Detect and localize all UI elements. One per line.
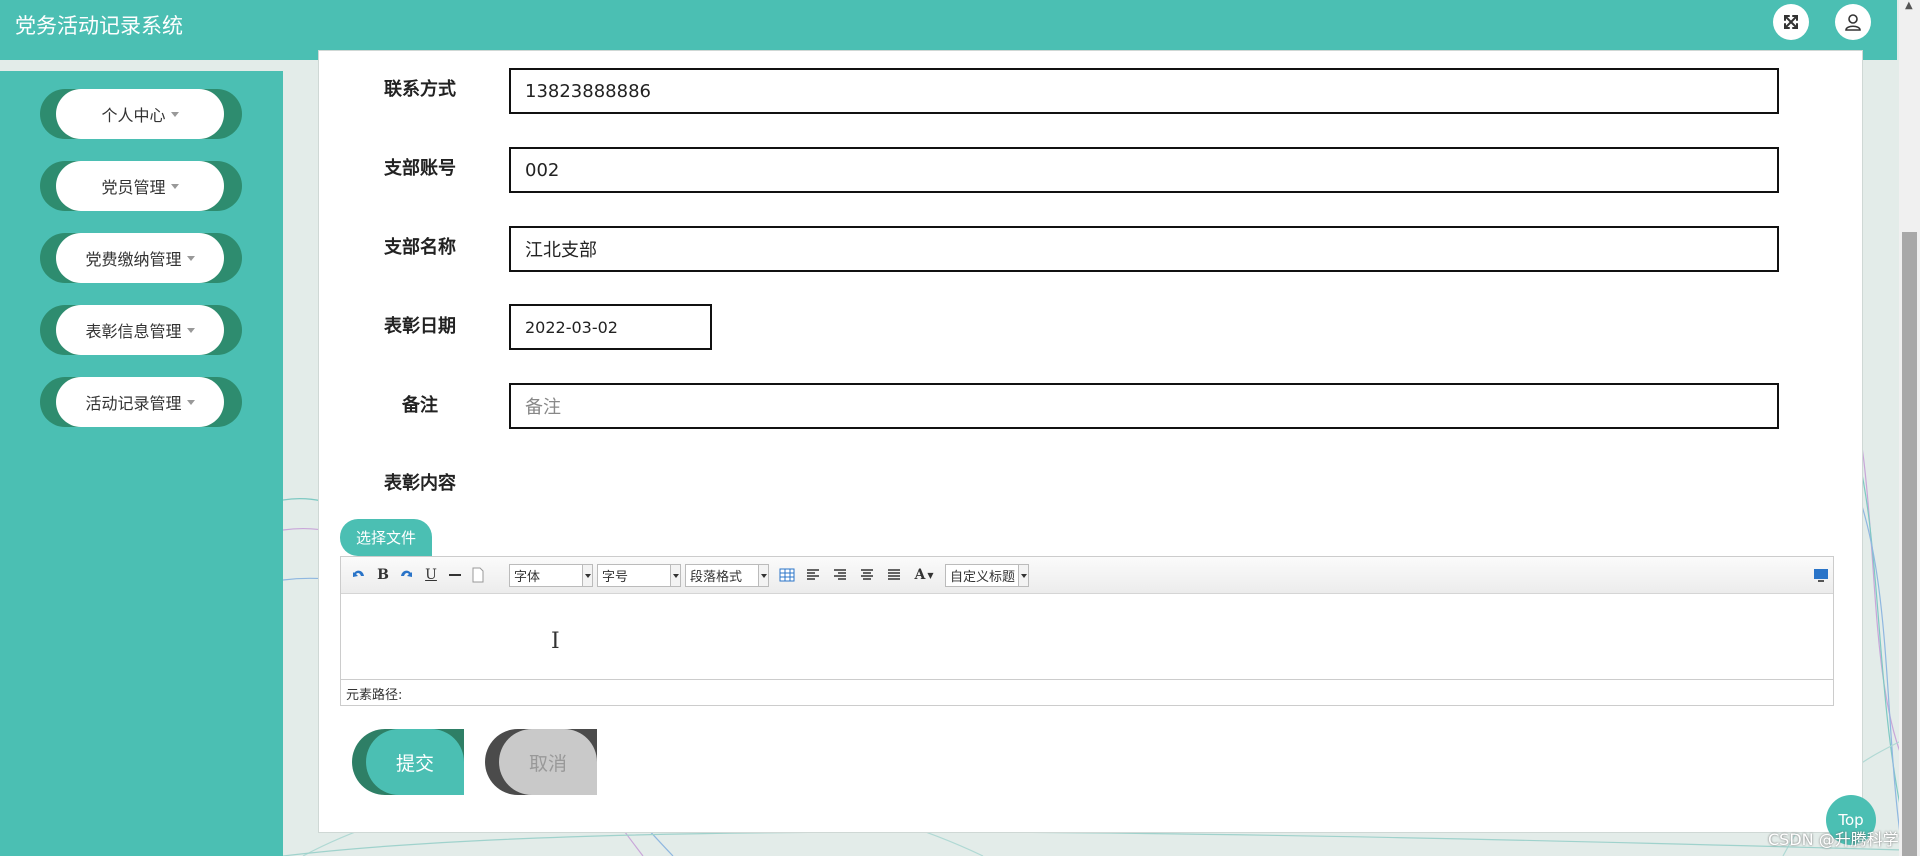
- fullscreen-button[interactable]: [1773, 4, 1809, 40]
- custom-title-select-value: 自定义标题: [950, 570, 1016, 585]
- remark-label: 备注: [402, 395, 438, 416]
- scrollbar-thumb[interactable]: [1902, 232, 1917, 856]
- branch-name-label: 支部名称: [384, 237, 456, 258]
- underline-button[interactable]: U: [421, 565, 441, 585]
- editor-toolbar: B U 字体 字号 段落格式 A ▼ 自定义标题: [341, 557, 1833, 594]
- sidebar-item-label: 表彰信息管理: [85, 322, 182, 341]
- branch-account-label: 支部账号: [384, 158, 456, 179]
- sidebar-item-label: 党费缴纳管理: [85, 250, 182, 269]
- sidebar: 个人中心 党员管理 党费缴纳管理 表彰信息管理 活动记录管理: [0, 71, 283, 856]
- sidebar-item-pill: 党员管理: [56, 161, 224, 211]
- font-select[interactable]: 字体: [509, 564, 593, 587]
- text-cursor-icon: I: [551, 629, 560, 654]
- app-title: 党务活动记录系统: [15, 14, 183, 38]
- paragraph-select[interactable]: 段落格式: [685, 564, 769, 587]
- page-scrollbar[interactable]: ▲: [1899, 0, 1920, 856]
- choose-file-button[interactable]: 选择文件: [340, 519, 432, 556]
- scroll-up-arrow-icon[interactable]: ▲: [1905, 0, 1913, 11]
- caret-down-icon: [186, 327, 195, 333]
- sidebar-item-pill: 个人中心: [56, 89, 224, 139]
- size-select-value: 字号: [602, 570, 629, 585]
- sidebar-item-label: 党员管理: [101, 178, 166, 197]
- align-justify-icon[interactable]: [884, 565, 904, 585]
- user-icon: [1845, 14, 1861, 31]
- caret-down-icon: [186, 399, 195, 405]
- commend-date-label: 表彰日期: [384, 316, 456, 337]
- undo-icon[interactable]: [349, 565, 369, 585]
- align-left-icon[interactable]: [803, 565, 823, 585]
- size-select[interactable]: 字号: [597, 564, 681, 587]
- sidebar-item-commendation-management[interactable]: 表彰信息管理: [40, 305, 242, 355]
- sidebar-item-personal-center[interactable]: 个人中心: [40, 89, 242, 139]
- submit-button-label: 提交: [366, 729, 464, 795]
- sidebar-item-pill: 表彰信息管理: [56, 305, 224, 355]
- dropdown-arrow-icon: [1018, 565, 1028, 586]
- sidebar-item-activity-management[interactable]: 活动记录管理: [40, 377, 242, 427]
- custom-title-select[interactable]: 自定义标题: [945, 564, 1029, 587]
- horizontal-rule-icon[interactable]: [445, 565, 465, 585]
- font-select-value: 字体: [514, 570, 541, 585]
- dropdown-arrow-icon: [758, 565, 768, 586]
- watermark-text: CSDN @升腾科学: [1768, 830, 1899, 849]
- sidebar-item-pill: 党费缴纳管理: [56, 233, 224, 283]
- cancel-button-label: 取消: [499, 729, 597, 795]
- page-icon[interactable]: [468, 565, 488, 585]
- source-view-icon[interactable]: [1811, 565, 1831, 585]
- sidebar-item-label: 个人中心: [101, 106, 166, 125]
- branch-name-field[interactable]: 江北支部: [509, 226, 1779, 272]
- caret-down-icon: [186, 255, 195, 261]
- sidebar-item-pill: 活动记录管理: [56, 377, 224, 427]
- remark-field[interactable]: 备注: [509, 383, 1779, 429]
- dropdown-arrow-icon: [582, 565, 592, 586]
- caret-down-icon: [170, 183, 179, 189]
- align-center-icon[interactable]: [857, 565, 877, 585]
- bold-button[interactable]: B: [373, 565, 393, 585]
- font-color-button[interactable]: A ▼: [911, 565, 937, 585]
- caret-down-icon: ▼: [927, 570, 934, 580]
- expand-arrows-icon: [1784, 15, 1798, 29]
- paragraph-select-value: 段落格式: [690, 570, 743, 585]
- font-color-label: A: [914, 567, 926, 583]
- content-label: 表彰内容: [384, 473, 456, 494]
- branch-account-field[interactable]: 002: [509, 147, 1779, 193]
- table-icon[interactable]: [777, 565, 797, 585]
- redo-icon[interactable]: [396, 565, 416, 585]
- editor-content-area[interactable]: I: [341, 595, 1833, 679]
- phone-field[interactable]: 13823888886: [509, 68, 1779, 114]
- sidebar-item-label: 活动记录管理: [85, 394, 182, 413]
- rich-text-editor: B U 字体 字号 段落格式 A ▼ 自定义标题 I 元素路径:: [340, 556, 1834, 706]
- user-button[interactable]: [1835, 4, 1871, 40]
- sidebar-item-fee-management[interactable]: 党费缴纳管理: [40, 233, 242, 283]
- submit-button[interactable]: 提交: [352, 729, 464, 795]
- align-right-icon[interactable]: [830, 565, 850, 585]
- caret-down-icon: [170, 111, 179, 117]
- dropdown-arrow-icon: [670, 565, 680, 586]
- commend-date-field[interactable]: 2022-03-02: [509, 304, 712, 350]
- cancel-button[interactable]: 取消: [485, 729, 597, 795]
- sidebar-item-member-management[interactable]: 党员管理: [40, 161, 242, 211]
- phone-label: 联系方式: [384, 79, 456, 100]
- element-path-bar: 元素路径:: [341, 679, 1833, 706]
